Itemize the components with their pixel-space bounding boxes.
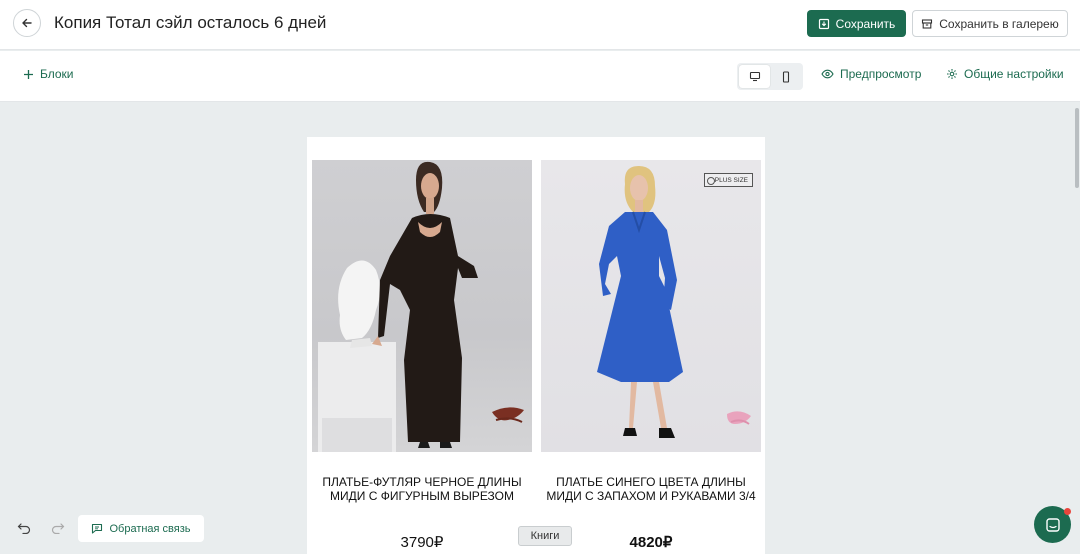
product-price[interactable]: 4820₽ bbox=[541, 533, 761, 551]
product-image-black-dress[interactable] bbox=[312, 160, 532, 452]
mobile-icon bbox=[782, 70, 789, 83]
message-icon bbox=[92, 523, 103, 534]
undo-icon bbox=[17, 523, 31, 535]
desktop-icon bbox=[749, 71, 760, 82]
top-bar: Копия Тотал сэйл осталось 6 дней Сохрани… bbox=[0, 0, 1080, 50]
product-name[interactable]: ПЛАТЬЕ-ФУТЛЯР ЧЕРНОЕ ДЛИНЫ МИДИ С ФИГУРН… bbox=[312, 475, 532, 503]
product-price[interactable]: 3790₽ bbox=[312, 533, 532, 551]
blocks-button[interactable]: Блоки bbox=[23, 67, 74, 81]
archive-icon bbox=[922, 18, 933, 29]
undo-button[interactable] bbox=[17, 521, 31, 539]
eye-icon bbox=[821, 69, 834, 79]
preview-label: Предпросмотр bbox=[840, 67, 922, 81]
email-canvas[interactable]: PLUS SIZE ПЛАТЬЕ-ФУТЛЯР ЧЕРНОЕ ДЛИНЫ МИД… bbox=[307, 137, 765, 554]
arrow-left-icon bbox=[22, 18, 32, 28]
chat-icon bbox=[1045, 517, 1060, 532]
save-icon bbox=[818, 18, 829, 29]
plus-icon bbox=[24, 69, 33, 79]
page-title: Копия Тотал сэйл осталось 6 дней bbox=[54, 13, 327, 32]
feedback-button[interactable]: Обратная связь bbox=[78, 515, 204, 542]
preview-button[interactable]: Предпросмотр bbox=[821, 67, 921, 81]
desktop-view-button[interactable] bbox=[739, 65, 770, 88]
save-to-gallery-label: Сохранить в галерею bbox=[939, 16, 1059, 31]
general-settings-label: Общие настройки bbox=[964, 67, 1064, 81]
product-photo-blue-dress bbox=[597, 166, 751, 438]
product-photo-black-dress bbox=[318, 161, 524, 452]
device-toggle bbox=[737, 63, 803, 90]
save-button[interactable]: Сохранить bbox=[807, 10, 906, 37]
notification-dot bbox=[1064, 508, 1071, 515]
redo-icon bbox=[51, 523, 65, 535]
save-to-gallery-button[interactable]: Сохранить в галерею bbox=[912, 10, 1068, 37]
product-name[interactable]: ПЛАТЬЕ СИНЕГО ЦВЕТА ДЛИНЫ МИДИ С ЗАПАХОМ… bbox=[541, 475, 761, 503]
blocks-label: Блоки bbox=[40, 67, 74, 81]
redo-button[interactable] bbox=[51, 521, 65, 539]
back-button[interactable] bbox=[13, 9, 41, 37]
block-tooltip: Книги bbox=[518, 526, 572, 546]
gear-icon bbox=[947, 69, 957, 79]
scrollbar[interactable] bbox=[1075, 108, 1079, 188]
product-image-blue-dress[interactable]: PLUS SIZE bbox=[541, 160, 761, 452]
mobile-view-button[interactable] bbox=[770, 65, 801, 88]
save-button-label: Сохранить bbox=[835, 16, 896, 31]
editor-toolbar: Блоки Предпросмотр Общие настройки bbox=[0, 51, 1080, 102]
plus-size-badge: PLUS SIZE bbox=[703, 173, 753, 187]
general-settings-button[interactable]: Общие настройки bbox=[946, 67, 1064, 81]
feedback-label: Обратная связь bbox=[109, 522, 191, 535]
